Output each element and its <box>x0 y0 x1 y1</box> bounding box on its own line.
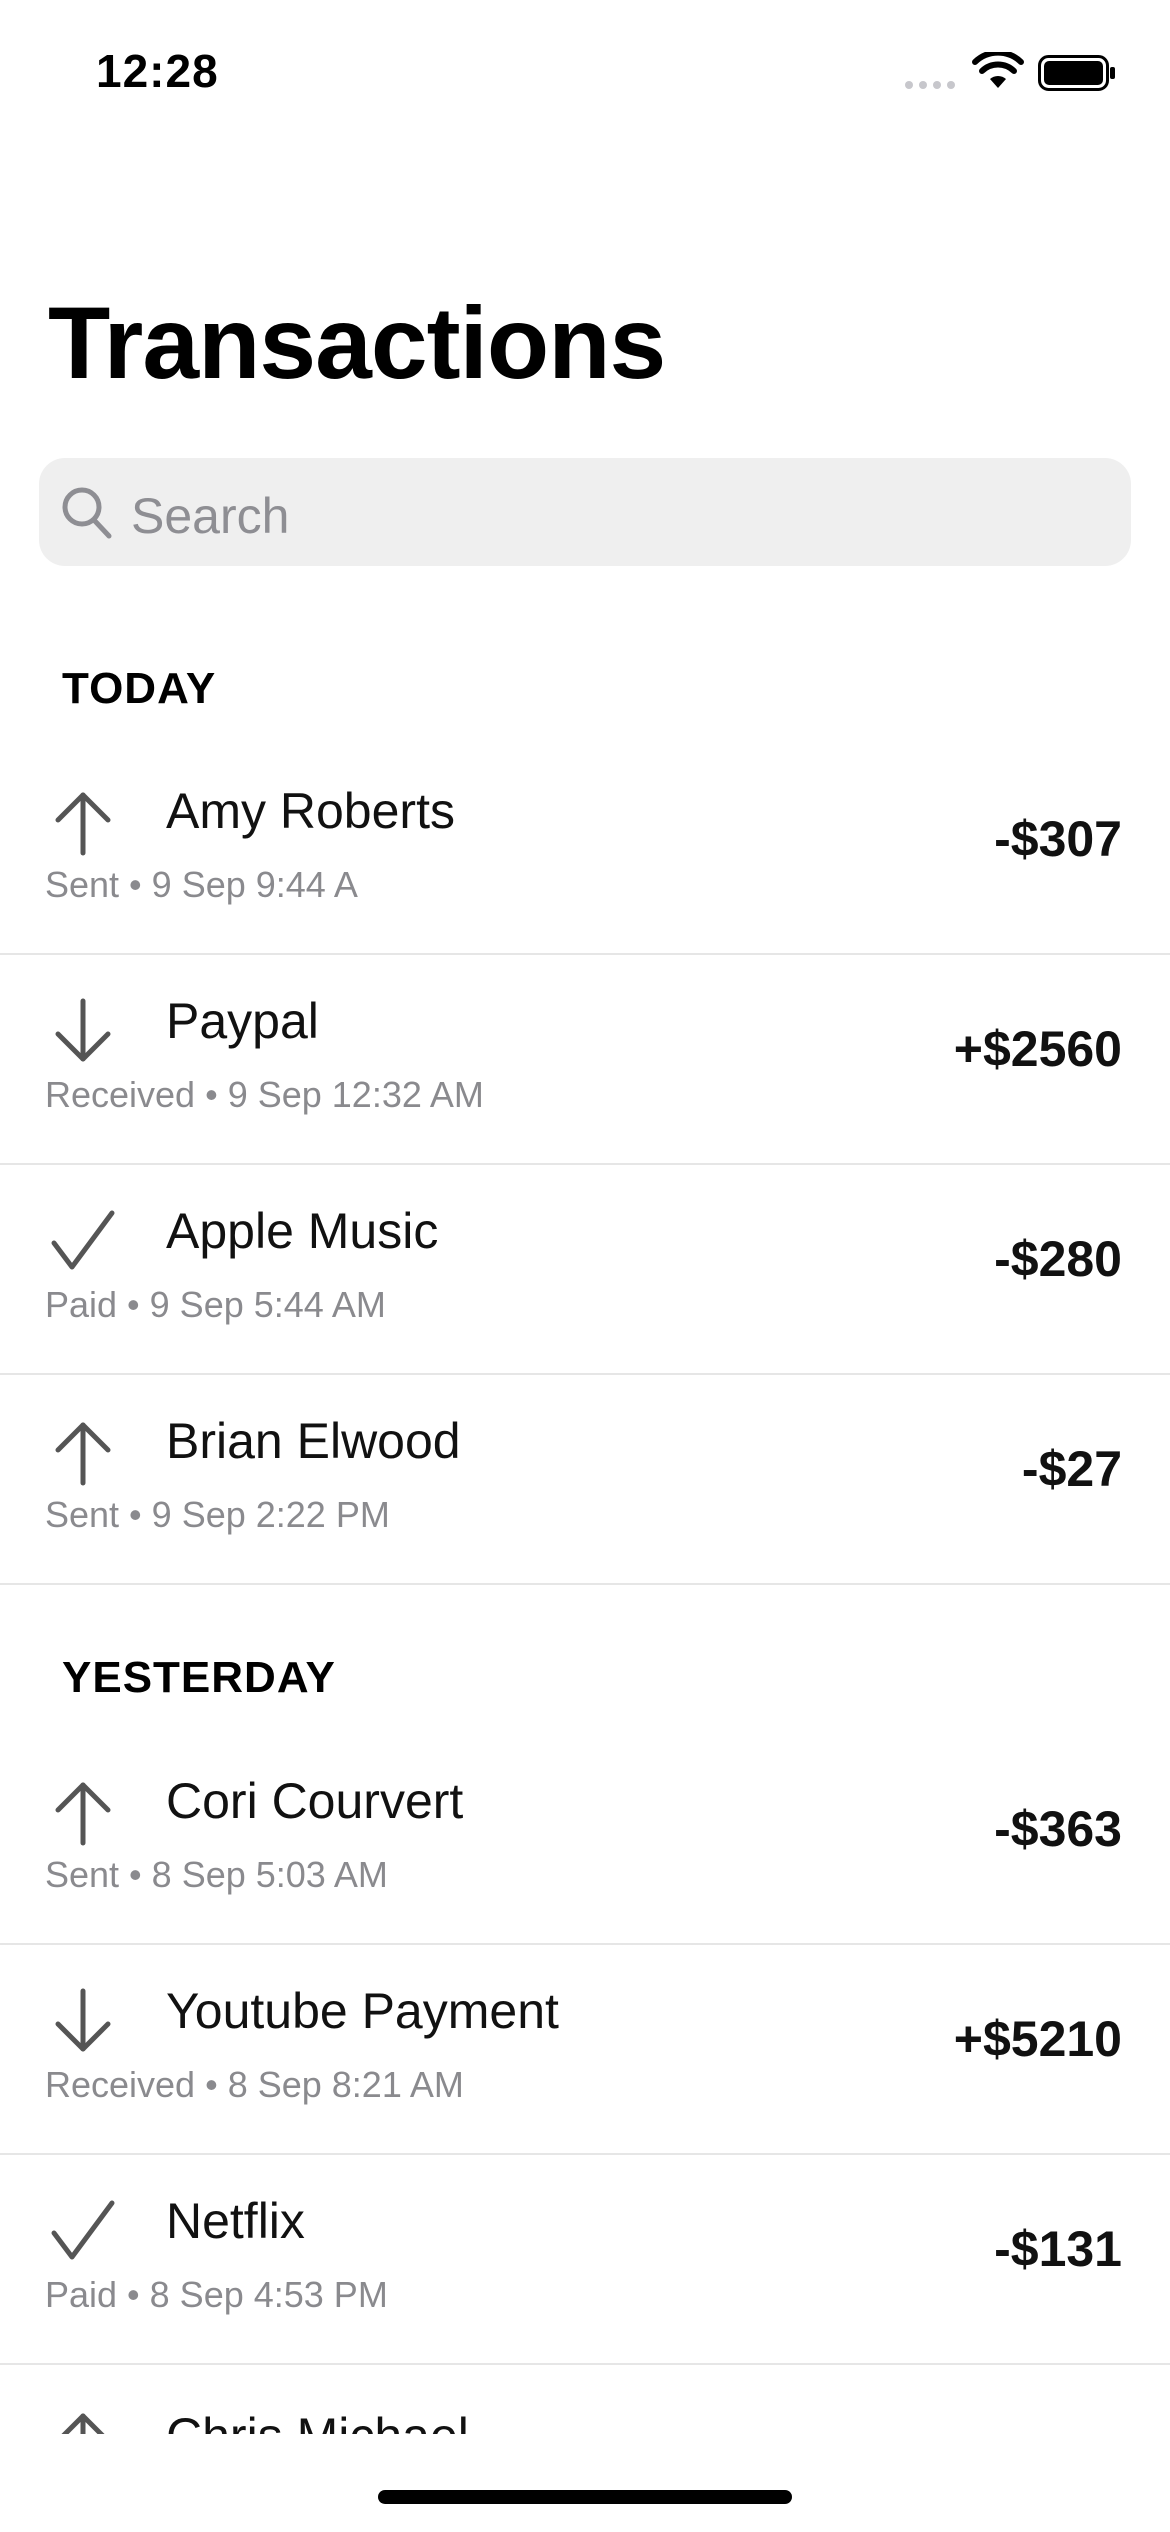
wifi-icon <box>972 52 1024 88</box>
search-placeholder: Search <box>131 488 290 544</box>
arrow-down-icon <box>55 998 111 1062</box>
arrow-up-icon <box>55 1782 111 1846</box>
section-header-yesterday: YESTERDAY <box>62 1653 336 1702</box>
status-bar: 12:28 <box>0 0 1170 150</box>
search-field[interactable]: Search <box>39 458 1131 566</box>
transaction-details: Received • 9 Sep 12:32 AM <box>45 1074 484 1115</box>
page-title: Transactions <box>48 286 666 400</box>
transaction-name: Paypal <box>166 993 319 1049</box>
arrow-down-icon <box>55 1988 111 2052</box>
transaction-amount: -$307 <box>994 811 1122 867</box>
transaction-row-partial[interactable]: Chris Michael <box>0 2368 1170 2434</box>
status-time: 12:28 <box>96 45 219 97</box>
transaction-amount: -$280 <box>994 1231 1122 1287</box>
checkmark-icon <box>51 1210 115 1270</box>
transaction-name: Amy Roberts <box>166 783 455 839</box>
search-icon <box>62 487 112 539</box>
transaction-row[interactable]: Amy Roberts Sent • 9 Sep 9:44 A -$307 <box>0 745 1170 955</box>
transaction-row[interactable]: Netflix Paid • 8 Sep 4:53 PM -$131 <box>0 2155 1170 2365</box>
transaction-name: Apple Music <box>166 1203 439 1259</box>
home-indicator[interactable] <box>378 2490 792 2504</box>
transaction-amount: +$5210 <box>953 2011 1122 2067</box>
transaction-name: Cori Courvert <box>166 1773 464 1829</box>
section-header-today: TODAY <box>62 664 217 713</box>
arrow-up-icon <box>61 2413 105 2434</box>
transaction-name: Youtube Payment <box>166 1983 559 2039</box>
transaction-details: Sent • 8 Sep 5:03 AM <box>45 1854 388 1895</box>
battery-icon <box>1038 55 1115 91</box>
arrow-up-icon <box>55 1422 111 1486</box>
transaction-row[interactable]: Brian Elwood Sent • 9 Sep 2:22 PM -$27 <box>0 1375 1170 1585</box>
transaction-row[interactable]: Apple Music Paid • 9 Sep 5:44 AM -$280 <box>0 1165 1170 1375</box>
arrow-up-icon <box>55 792 111 856</box>
transaction-row[interactable]: Youtube Payment Received • 8 Sep 8:21 AM… <box>0 1945 1170 2155</box>
transaction-name: Netflix <box>166 2193 305 2249</box>
transaction-details: Sent • 9 Sep 9:44 A <box>45 864 358 905</box>
transaction-details: Paid • 9 Sep 5:44 AM <box>45 1284 386 1325</box>
transaction-amount: -$27 <box>1021 1441 1122 1497</box>
transaction-row[interactable]: Paypal Received • 9 Sep 12:32 AM +$2560 <box>0 955 1170 1165</box>
transaction-details: Received • 8 Sep 8:21 AM <box>45 2064 464 2105</box>
transaction-row[interactable]: Cori Courvert Sent • 8 Sep 5:03 AM -$363 <box>0 1735 1170 1945</box>
transaction-name: Chris Michael <box>166 2406 469 2434</box>
transaction-details: Paid • 8 Sep 4:53 PM <box>45 2274 388 2315</box>
transaction-amount: +$2560 <box>953 1021 1122 1077</box>
cellular-signal-icon <box>905 81 955 89</box>
transaction-name: Brian Elwood <box>166 1413 461 1469</box>
transaction-details: Sent • 9 Sep 2:22 PM <box>45 1494 390 1535</box>
transaction-amount: -$131 <box>994 2221 1122 2277</box>
transaction-amount: -$363 <box>994 1801 1122 1857</box>
checkmark-icon <box>51 2200 115 2260</box>
